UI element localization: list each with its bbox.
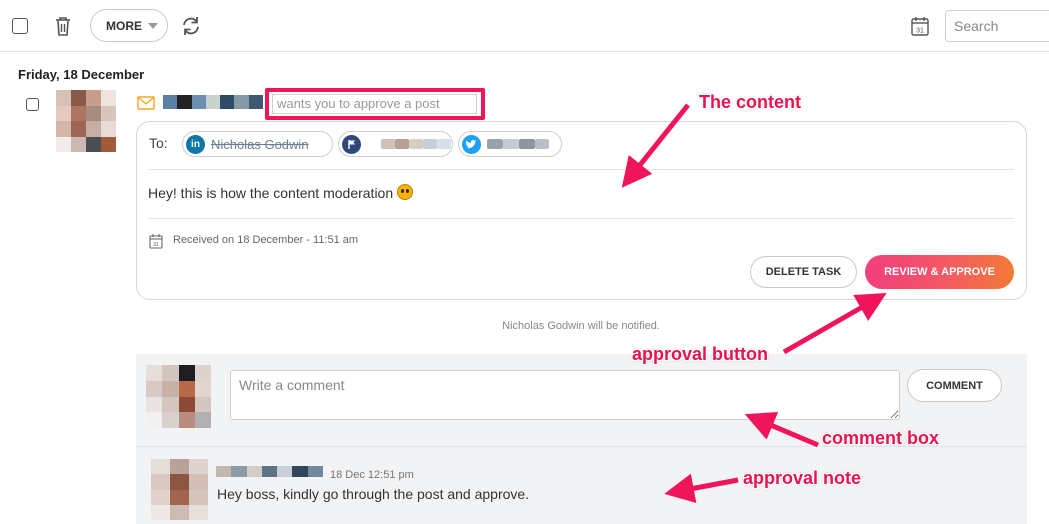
callout-approval-button: approval button <box>632 344 768 364</box>
callout-approval-note: approval note <box>743 468 862 488</box>
arrow-to-approval-note <box>664 473 739 504</box>
arrow-to-content <box>621 103 690 188</box>
callout-content: The content <box>699 92 801 112</box>
arrow-to-approval-button <box>782 293 887 355</box>
arrow-to-comment-box <box>744 411 819 448</box>
callout-comment-box: comment box <box>822 428 940 448</box>
